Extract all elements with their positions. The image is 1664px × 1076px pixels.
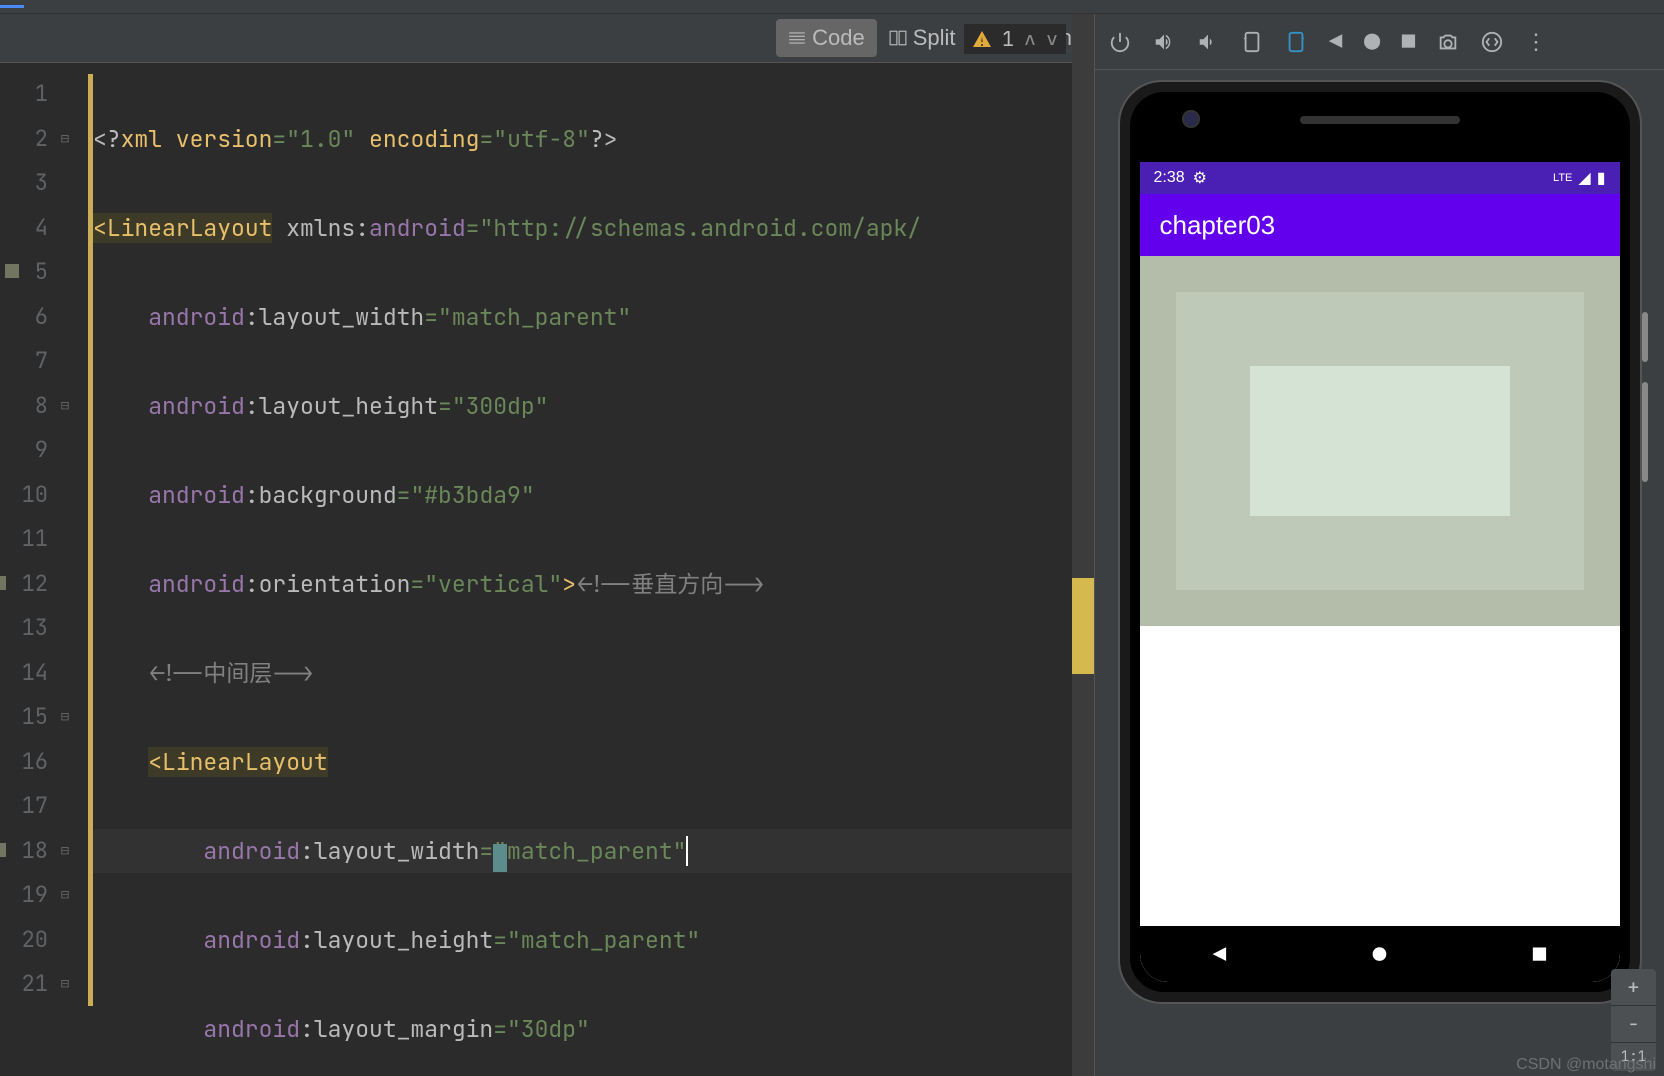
- warning-icon: [972, 29, 992, 49]
- fold-icon[interactable]: ⊟: [58, 829, 72, 843]
- zoom-in-button[interactable]: +: [1611, 969, 1656, 1006]
- editor-pane: Code Split Design 1 2 3 4 5 6 7 8 9: [0, 14, 1094, 1076]
- power-icon[interactable]: [1109, 31, 1131, 53]
- app-bar: chapter03: [1140, 194, 1620, 256]
- rotate-right-icon[interactable]: [1285, 31, 1307, 53]
- fold-icon[interactable]: ⊟: [58, 117, 72, 131]
- warning-count: 1: [1002, 26, 1014, 52]
- back-icon[interactable]: ◀: [1329, 27, 1342, 56]
- emulator-pane: ◀ ● ■ ⋮ 2:38 ⚙: [1094, 14, 1664, 1076]
- tab-code[interactable]: Code: [776, 19, 877, 57]
- fold-icon[interactable]: ⊟: [58, 962, 72, 976]
- tab-code-label: Code: [812, 25, 865, 51]
- status-time: 2:38: [1154, 169, 1185, 187]
- line-gutter: 1 2 3 4 5 6 7 8 9 10 11 12 13 14 15 16 1…: [0, 62, 60, 1076]
- prev-warning-icon[interactable]: ∧: [1024, 26, 1036, 52]
- signal-icon: ◢: [1578, 168, 1590, 188]
- fold-icon[interactable]: ⊟: [58, 695, 72, 709]
- phone-side-button: [1642, 382, 1648, 482]
- outer-layout: [1140, 256, 1620, 626]
- emulator-toolbar: ◀ ● ■ ⋮: [1095, 14, 1664, 70]
- app-title: chapter03: [1160, 210, 1276, 241]
- nav-back-icon[interactable]: ◀: [1213, 940, 1226, 969]
- fold-icon[interactable]: ⊟: [58, 873, 72, 887]
- inner-view: [1250, 366, 1510, 516]
- fold-icon[interactable]: ⊟: [58, 384, 72, 398]
- phone-speaker: [1300, 116, 1460, 124]
- zoom-out-button[interactable]: −: [1611, 1006, 1656, 1043]
- screenshot-icon[interactable]: [1437, 31, 1459, 53]
- nav-bar: ◀ ● ■: [1140, 926, 1620, 982]
- volume-up-icon[interactable]: [1153, 31, 1175, 53]
- tab-split-label: Split: [913, 25, 956, 51]
- status-bar: 2:38 ⚙ LTE ◢ ▮: [1140, 162, 1620, 194]
- more-icon[interactable]: ⋮: [1525, 27, 1547, 56]
- next-warning-icon[interactable]: ∨: [1046, 26, 1058, 52]
- rotate-left-icon[interactable]: [1241, 31, 1263, 53]
- phone-frame: 2:38 ⚙ LTE ◢ ▮ chapter03: [1120, 82, 1640, 1002]
- watermark: CSDN @motangshi: [1516, 1056, 1656, 1074]
- file-tabs: [0, 0, 1664, 14]
- fold-gutter: ⊟ ⊟ ⊟ ⊟ ⊟ ⊟: [60, 62, 88, 1076]
- code-area[interactable]: <?xml version="1.0" encoding="utf-8"?> <…: [93, 62, 1094, 1076]
- minimap[interactable]: [1072, 14, 1094, 1076]
- gutter-color-mark[interactable]: [0, 576, 6, 590]
- battery-icon: ▮: [1597, 168, 1606, 188]
- nav-home-icon[interactable]: ●: [1373, 940, 1386, 969]
- app-content: [1140, 256, 1620, 926]
- overview-icon[interactable]: ■: [1402, 27, 1415, 56]
- gear-icon: ⚙: [1193, 168, 1207, 188]
- gutter-color-mark[interactable]: [5, 264, 19, 278]
- tab-active[interactable]: [0, 5, 24, 8]
- record-icon[interactable]: [1481, 31, 1503, 53]
- emulator-body: 2:38 ⚙ LTE ◢ ▮ chapter03: [1095, 70, 1664, 1076]
- gutter-color-mark[interactable]: [0, 843, 6, 857]
- status-network: LTE: [1553, 172, 1572, 184]
- nav-overview-icon[interactable]: ■: [1533, 940, 1546, 969]
- home-icon[interactable]: ●: [1364, 24, 1380, 59]
- volume-down-icon[interactable]: [1197, 31, 1219, 53]
- middle-layout: [1176, 292, 1584, 590]
- phone-camera: [1182, 110, 1200, 128]
- warning-badge[interactable]: 1 ∧ ∨: [964, 24, 1066, 54]
- tab-split[interactable]: Split: [877, 19, 968, 57]
- phone-side-button: [1642, 312, 1648, 362]
- phone-screen[interactable]: 2:38 ⚙ LTE ◢ ▮ chapter03: [1140, 162, 1620, 982]
